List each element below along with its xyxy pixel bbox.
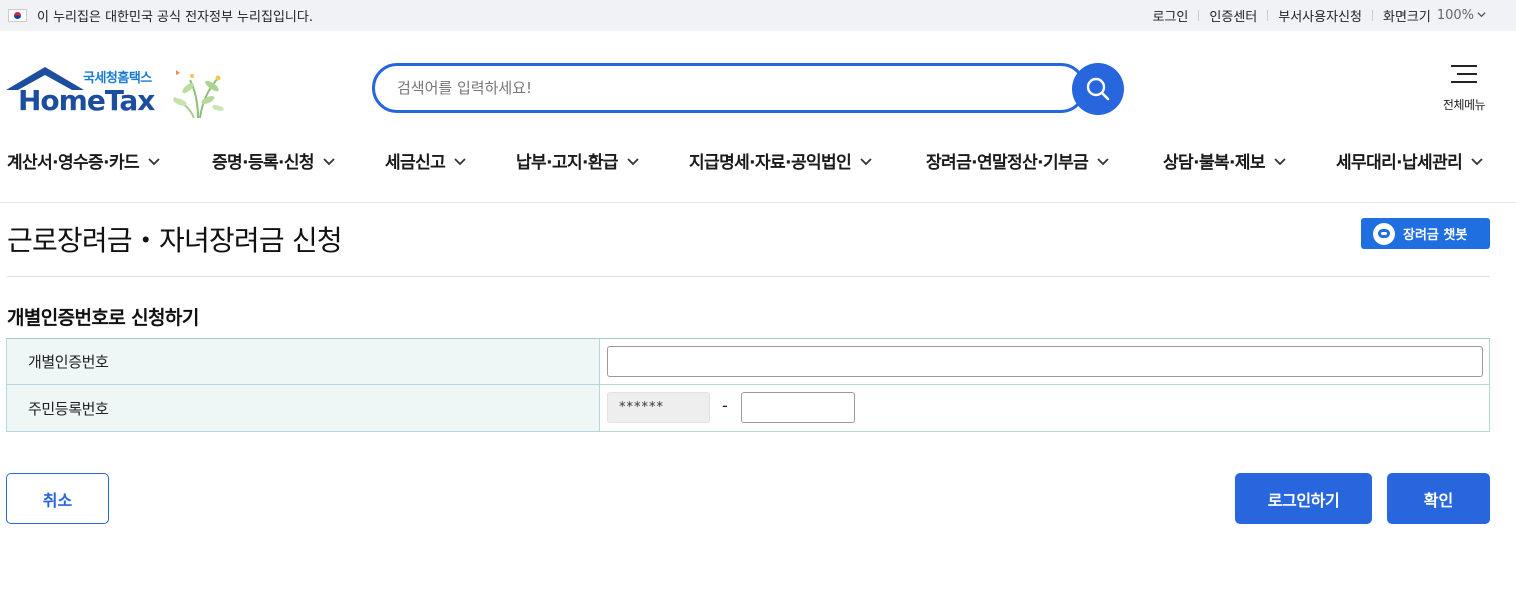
utility-links: 로그인 인증센터 부서사용자신청 화면크기 100% bbox=[1153, 0, 1486, 31]
chevron-down-icon bbox=[1274, 157, 1286, 165]
chatbot-icon bbox=[1373, 222, 1395, 245]
rrn-front-masked: ****** bbox=[607, 392, 710, 423]
dept-user-apply-link[interactable]: 부서사용자신청 bbox=[1278, 6, 1362, 25]
korea-flag-icon bbox=[8, 9, 27, 22]
hamburger-icon bbox=[1451, 64, 1477, 84]
search-box bbox=[372, 63, 1086, 113]
section-title: 개별인증번호로 신청하기 bbox=[7, 307, 199, 329]
gnb-item-label: 장려금·연말정산·기부금 bbox=[926, 153, 1089, 173]
chevron-down-icon bbox=[860, 157, 872, 165]
gnb-item-payment[interactable]: 납부·고지·환급 bbox=[516, 148, 640, 173]
gov-notice-text: 이 누리집은 대한민국 공식 전자정부 누리집입니다. bbox=[37, 10, 313, 25]
chevron-down-icon[interactable] bbox=[1477, 10, 1486, 22]
all-menu-button[interactable]: 전체메뉴 bbox=[1436, 64, 1492, 116]
gov-top-bar: 이 누리집은 대한민국 공식 전자정부 누리집입니다. 로그인 인증센터 부서사… bbox=[0, 0, 1516, 31]
chevron-down-icon bbox=[1471, 157, 1483, 165]
cert-center-link[interactable]: 인증센터 bbox=[1209, 6, 1257, 25]
rrn-back-input[interactable] bbox=[741, 392, 855, 423]
cert-number-input[interactable] bbox=[607, 346, 1483, 377]
chevron-down-icon bbox=[148, 157, 160, 165]
search-button[interactable] bbox=[1072, 63, 1124, 115]
gnb-item-label: 증명·등록·신청 bbox=[212, 153, 315, 173]
divider bbox=[1198, 10, 1200, 21]
gnb-item-payment-statement[interactable]: 지급명세·자료·공익법인 bbox=[689, 148, 873, 173]
rrn-label: 주민등록번호 bbox=[7, 385, 600, 431]
login-button[interactable]: 로그인하기 bbox=[1235, 473, 1372, 524]
gnb-item-incentive[interactable]: 장려금·연말정산·기부금 bbox=[926, 148, 1110, 173]
hometax-logo[interactable]: 국세청홈택스 HomeTax bbox=[6, 62, 231, 120]
gnb-item-label: 세무대리·납세관리 bbox=[1336, 153, 1463, 173]
plant-illustration-icon bbox=[173, 70, 224, 118]
chevron-down-icon bbox=[454, 157, 466, 165]
search-input[interactable] bbox=[397, 77, 1037, 99]
all-menu-label: 전체메뉴 bbox=[1442, 98, 1486, 112]
divider bbox=[7, 276, 1490, 277]
login-link[interactable]: 로그인 bbox=[1153, 6, 1189, 25]
cert-number-label: 개별인증번호 bbox=[7, 339, 600, 384]
gnb-item-label: 세금신고 bbox=[385, 153, 446, 173]
cancel-button[interactable]: 취소 bbox=[6, 473, 109, 524]
rrn-dash: - bbox=[722, 396, 728, 415]
chevron-down-icon bbox=[323, 157, 335, 165]
chatbot-label: 장려금 챗봇 bbox=[1403, 228, 1468, 243]
incentive-chatbot-button[interactable]: 장려금 챗봇 bbox=[1361, 218, 1490, 249]
divider bbox=[1267, 10, 1269, 21]
apply-form-table: 개별인증번호 주민등록번호 ****** - bbox=[6, 338, 1490, 432]
gnb-item-tax-return[interactable]: 세금신고 bbox=[385, 148, 467, 173]
gnb-item-label: 계산서·영수증·카드 bbox=[7, 153, 140, 173]
divider bbox=[1371, 10, 1373, 21]
gnb-item-label: 지급명세·자료·공익법인 bbox=[689, 153, 852, 173]
confirm-button[interactable]: 확인 bbox=[1387, 473, 1490, 524]
form-row-cert: 개별인증번호 bbox=[7, 339, 1489, 385]
gnb-item-label: 상담·불복·제보 bbox=[1163, 153, 1266, 173]
page-title: 근로장려금・자녀장려금 신청 bbox=[7, 224, 343, 257]
gnb-item-consulting[interactable]: 상담·불복·제보 bbox=[1163, 148, 1287, 173]
screen-size-label: 화면크기 bbox=[1382, 10, 1431, 25]
chevron-down-icon bbox=[627, 157, 639, 165]
main-navigation: 계산서·영수증·카드 증명·등록·신청 세금신고 납부·고지·환급 지급명세·자… bbox=[0, 140, 1516, 180]
gov-notice: 이 누리집은 대한민국 공식 전자정부 누리집입니다. bbox=[8, 0, 313, 31]
gnb-item-tax-agent[interactable]: 세무대리·납세관리 bbox=[1336, 148, 1484, 173]
gnb-item-invoice[interactable]: 계산서·영수증·카드 bbox=[7, 148, 161, 173]
chevron-down-icon bbox=[1097, 157, 1109, 165]
gnb-item-label: 납부·고지·환급 bbox=[516, 153, 619, 173]
logo-wordmark: HomeTax bbox=[18, 84, 155, 117]
gnb-item-certificate[interactable]: 증명·등록·신청 bbox=[212, 148, 336, 173]
divider bbox=[0, 202, 1516, 203]
zoom-select[interactable]: 100% bbox=[1437, 8, 1474, 23]
form-row-rrn: 주민등록번호 ****** - bbox=[7, 385, 1489, 431]
search-icon bbox=[1086, 77, 1110, 101]
